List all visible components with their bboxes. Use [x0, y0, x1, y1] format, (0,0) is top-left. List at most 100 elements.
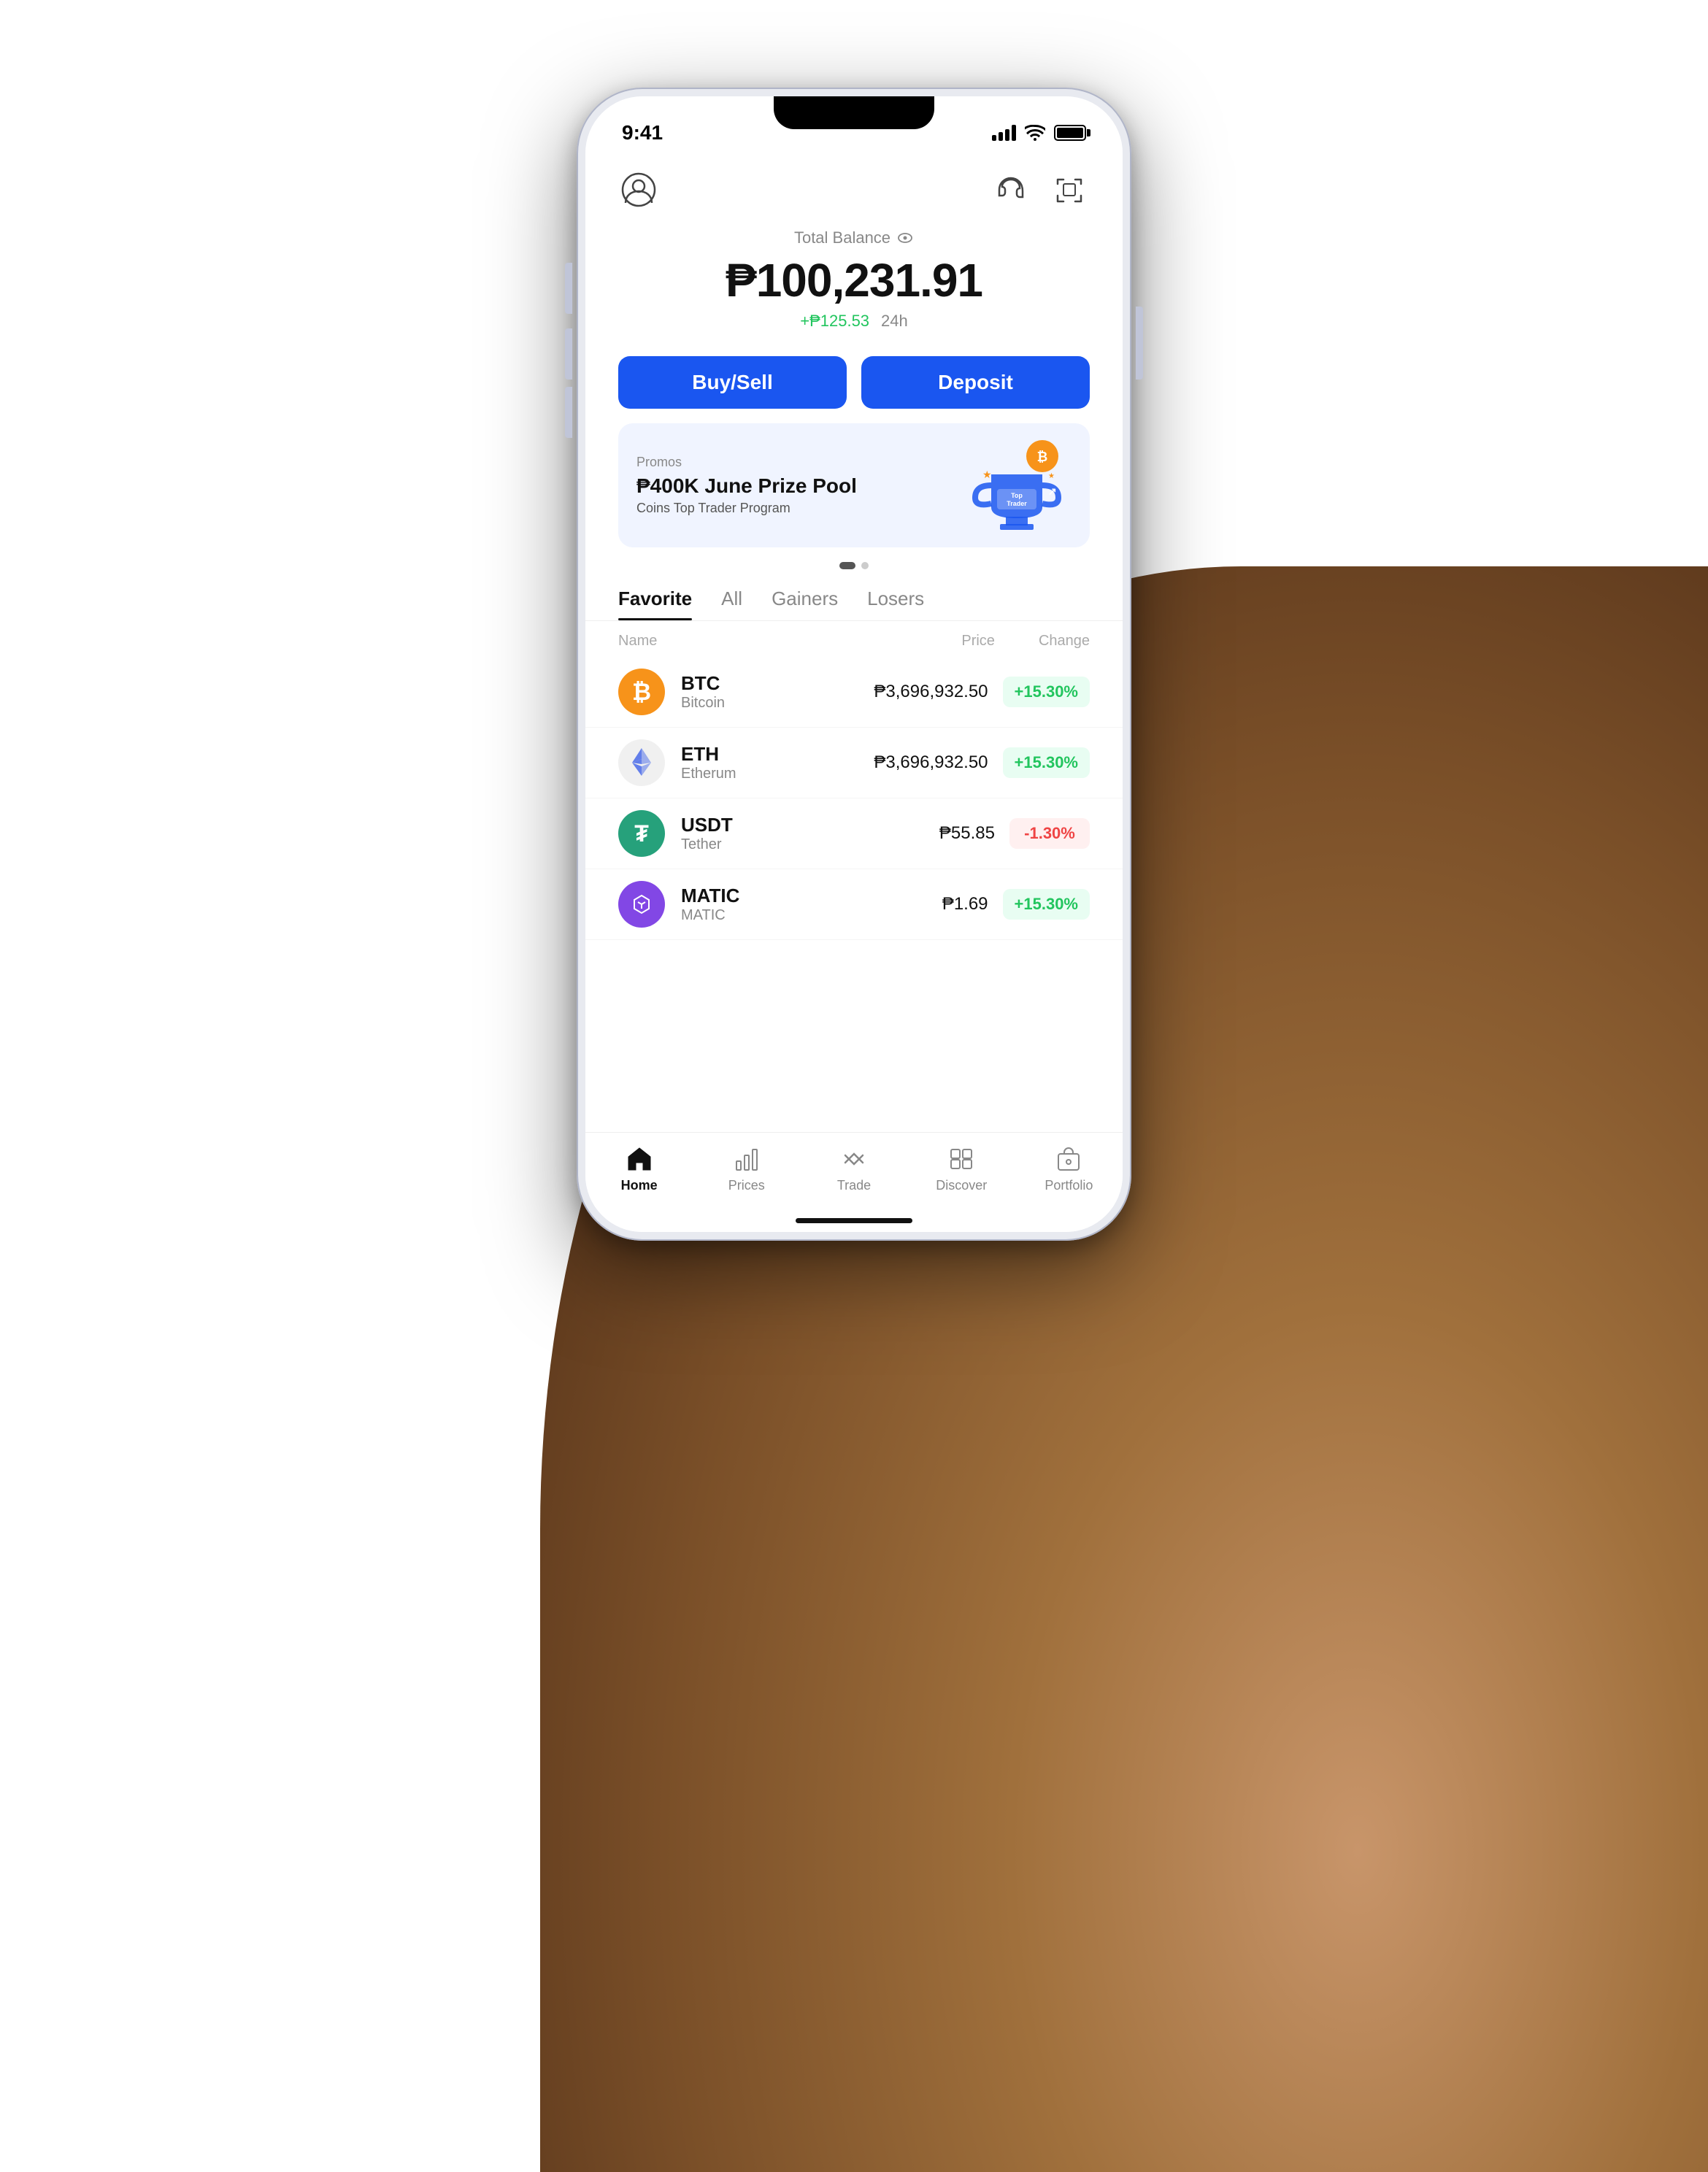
matic-change: +15.30%	[1003, 889, 1090, 920]
matic-icon	[618, 881, 665, 928]
btc-symbol: BTC	[681, 672, 874, 695]
matic-price: ₱1.69	[942, 894, 988, 914]
tab-all[interactable]: All	[721, 580, 742, 620]
profile-button[interactable]	[618, 169, 659, 210]
prices-icon	[731, 1144, 763, 1174]
list-header: Name Price Change	[585, 621, 1123, 657]
trade-label: Trade	[837, 1178, 871, 1193]
promo-banner[interactable]: Promos ₱400K June Prize Pool Coins Top T…	[618, 423, 1090, 547]
usdt-change: -1.30%	[1009, 818, 1090, 849]
nav-portfolio[interactable]: Portfolio	[1015, 1144, 1123, 1193]
scan-icon	[1053, 174, 1085, 206]
trophy-svg: ₿ Top Trader	[962, 438, 1072, 533]
battery-icon	[1054, 125, 1086, 141]
home-indicator	[585, 1214, 1123, 1232]
nav-trade[interactable]: Trade	[800, 1144, 907, 1193]
user-icon	[621, 172, 656, 207]
action-buttons: Buy/Sell Deposit	[585, 345, 1123, 423]
usdt-symbol: USDT	[681, 814, 939, 836]
promo-label: Promos	[636, 455, 962, 470]
tab-gainers[interactable]: Gainers	[772, 580, 838, 620]
coin-row-matic[interactable]: MATIC MATIC ₱1.69 +15.30%	[585, 869, 1123, 940]
coin-row-btc[interactable]: ₿ BTC Bitcoin ₱3,696,932.50 +15.30%	[585, 657, 1123, 728]
matic-symbol: MATIC	[681, 885, 942, 907]
usdt-icon: ₮	[618, 810, 665, 857]
portfolio-icon	[1053, 1144, 1085, 1174]
header-change: Change	[1039, 633, 1090, 650]
scan-button[interactable]	[1049, 169, 1090, 210]
headset-button[interactable]	[990, 169, 1031, 210]
btc-info: BTC Bitcoin	[681, 672, 874, 712]
portfolio-label: Portfolio	[1045, 1178, 1093, 1193]
discover-icon	[945, 1144, 977, 1174]
usdt-name: Tether	[681, 836, 939, 853]
btc-price: ₱3,696,932.50	[874, 682, 988, 702]
eth-price: ₱3,696,932.50	[874, 752, 988, 773]
nav-prices[interactable]: Prices	[693, 1144, 800, 1193]
promo-image: ₿ Top Trader	[962, 438, 1072, 533]
dot-1	[839, 562, 855, 569]
dot-2	[861, 562, 869, 569]
tab-losers[interactable]: Losers	[867, 580, 924, 620]
phone-wrapper: 9:41	[577, 88, 1131, 1241]
btc-icon: ₿	[618, 669, 665, 715]
header-price: Price	[961, 633, 995, 650]
usdt-info: USDT Tether	[681, 814, 939, 853]
bottom-nav: Home Prices	[585, 1132, 1123, 1214]
coin-row-usdt[interactable]: ₮ USDT Tether ₱55.85 -1.30%	[585, 798, 1123, 869]
trade-icon	[838, 1144, 870, 1174]
nav-discover[interactable]: Discover	[908, 1144, 1015, 1193]
eth-name: Etherum	[681, 766, 874, 782]
status-bar: 9:41	[585, 96, 1123, 155]
coin-list: ₿ BTC Bitcoin ₱3,696,932.50 +15.30%	[585, 657, 1123, 1132]
prices-label: Prices	[728, 1178, 765, 1193]
svg-text:★: ★	[982, 469, 992, 480]
btc-change: +15.30%	[1003, 677, 1090, 707]
phone-frame: 9:41	[577, 88, 1131, 1241]
svg-text:Top: Top	[1011, 492, 1023, 499]
btc-name: Bitcoin	[681, 695, 874, 712]
deposit-button[interactable]: Deposit	[861, 356, 1090, 409]
buy-sell-button[interactable]: Buy/Sell	[618, 356, 847, 409]
tab-favorite[interactable]: Favorite	[618, 580, 692, 620]
home-bar	[796, 1218, 912, 1223]
eye-icon	[896, 229, 914, 247]
home-label: Home	[621, 1178, 658, 1193]
header-name: Name	[618, 633, 657, 650]
signal-icon	[992, 125, 1016, 141]
phone-screen: 9:41	[585, 96, 1123, 1232]
balance-label: Total Balance	[615, 228, 1093, 247]
market-tabs: Favorite All Gainers Losers	[585, 580, 1123, 621]
promo-subtitle: Coins Top Trader Program	[636, 501, 962, 516]
headset-icon	[995, 174, 1027, 206]
usdt-price: ₱55.85	[939, 823, 995, 844]
wifi-icon	[1025, 125, 1045, 141]
eth-icon	[618, 739, 665, 786]
coin-row-eth[interactable]: ETH Etherum ₱3,696,932.50 +15.30%	[585, 728, 1123, 798]
carousel-dots	[585, 562, 1123, 569]
promo-title: ₱400K June Prize Pool	[636, 474, 962, 498]
notch	[774, 96, 934, 129]
header-right: Price Change	[961, 633, 1090, 650]
svg-text:Trader: Trader	[1007, 500, 1027, 507]
balance-amount: ₱100,231.91	[615, 253, 1093, 307]
app-content: Total Balance ₱100,231.91 +₱125.53 24h	[585, 155, 1123, 1232]
promo-text: Promos ₱400K June Prize Pool Coins Top T…	[636, 455, 962, 516]
nav-right-icons	[990, 169, 1090, 210]
eth-change: +15.30%	[1003, 747, 1090, 778]
eth-symbol: ETH	[681, 743, 874, 766]
balance-section: Total Balance ₱100,231.91 +₱125.53 24h	[585, 221, 1123, 345]
matic-name: MATIC	[681, 907, 942, 924]
discover-label: Discover	[936, 1178, 987, 1193]
eth-info: ETH Etherum	[681, 743, 874, 782]
svg-text:↗: ↗	[1048, 485, 1057, 497]
status-time: 9:41	[622, 121, 663, 145]
nav-home[interactable]: Home	[585, 1144, 693, 1193]
tabs-list: Favorite All Gainers Losers	[618, 580, 1090, 620]
svg-text:★: ★	[1048, 472, 1055, 480]
matic-info: MATIC MATIC	[681, 885, 942, 924]
home-icon	[623, 1144, 655, 1174]
top-nav	[585, 155, 1123, 221]
scene: 9:41	[0, 0, 1708, 2172]
status-icons	[992, 125, 1086, 141]
